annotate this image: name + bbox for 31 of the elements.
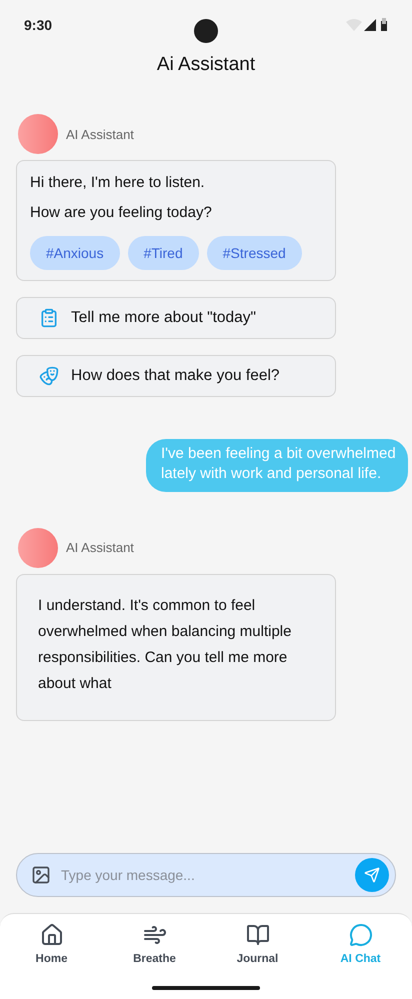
nav-tab[interactable]: Breathe bbox=[103, 922, 206, 966]
user-message: I've been feeling a bit overwhelmed lately with work and personal life. bbox=[146, 439, 408, 492]
message-text: I understand. It's common to feel overwhelmed when balancing multiple responsibilities. Can you tell me more about what bbox=[37, 596, 292, 694]
home-icon bbox=[40, 923, 64, 947]
screen-title: Ai Assistant bbox=[156, 53, 256, 76]
message-field[interactable]: Type your message... bbox=[16, 853, 396, 897]
message-input[interactable]: Type your message... bbox=[59, 866, 347, 884]
wind-icon bbox=[142, 923, 166, 947]
avatar bbox=[18, 528, 58, 568]
chat-bubble-icon bbox=[348, 923, 372, 947]
suggestion-button[interactable]: Tell me more about "today" bbox=[16, 297, 336, 339]
suggestion-button[interactable]: How does that make you feel? bbox=[16, 355, 336, 397]
camera-icon bbox=[194, 19, 218, 43]
book-icon bbox=[246, 923, 270, 947]
nav-tab[interactable]: Home bbox=[0, 922, 103, 966]
message-text: How are you feeling today? bbox=[30, 202, 213, 222]
clipboard-icon bbox=[39, 308, 59, 328]
send-icon bbox=[364, 867, 380, 883]
status-icons bbox=[346, 18, 388, 32]
status-time: 9:30 bbox=[24, 17, 52, 33]
sender-name: AI Assistant bbox=[66, 540, 134, 555]
message-text: Hi there, I'm here to listen. bbox=[30, 173, 206, 192]
send-button[interactable] bbox=[355, 858, 389, 892]
sender-name: AI Assistant bbox=[66, 126, 134, 142]
mood-tag[interactable]: #Stressed bbox=[206, 236, 302, 270]
masks-icon bbox=[39, 366, 59, 386]
mood-tag[interactable]: #Tired bbox=[128, 236, 199, 270]
nav-tab[interactable]: Journal bbox=[206, 922, 309, 966]
avatar bbox=[18, 114, 58, 154]
image-icon[interactable] bbox=[31, 865, 51, 885]
mood-tag[interactable]: #Anxious bbox=[30, 236, 120, 270]
